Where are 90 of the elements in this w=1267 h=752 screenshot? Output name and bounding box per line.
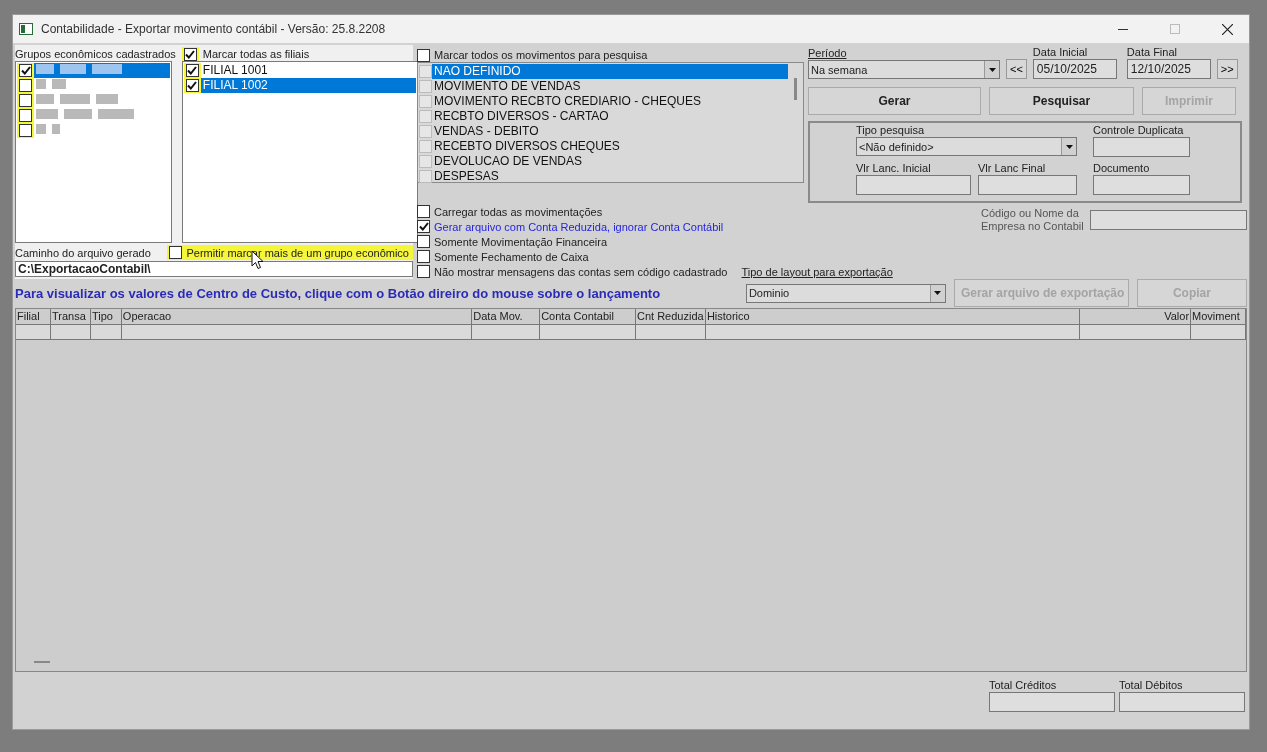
start-date-field[interactable]: 05/10/2025 (1032, 59, 1117, 79)
value-end-field[interactable] (978, 175, 1077, 195)
layout-label: Tipo de layout para exportação (741, 264, 893, 279)
window-title: Contabilidade - Exportar movimento contábil - Versão: 25.8.2208 (41, 22, 387, 36)
search-type-select[interactable]: <Não definido> (856, 137, 1077, 156)
checkbox[interactable] (417, 48, 430, 62)
branch-item[interactable]: FILIAL 1002 (200, 78, 416, 93)
previous-period-button[interactable]: << (1006, 59, 1027, 79)
total-label: Total Débitos (1119, 678, 1184, 692)
end-date-field[interactable]: 12/10/2025 (1126, 59, 1211, 79)
option-label: Carregar todas as movimentações (434, 204, 603, 219)
period-select[interactable]: Na semana (808, 60, 1000, 79)
table-cell (1191, 325, 1246, 340)
movement-item[interactable]: RECBTO DIVERSOS - CARTAO (432, 109, 788, 124)
checkbox[interactable] (19, 64, 32, 77)
search-type-label: Tipo pesquisa (856, 123, 926, 137)
table-cell (16, 325, 51, 340)
table-cell (636, 325, 706, 340)
checkbox[interactable] (417, 265, 430, 278)
checkbox[interactable] (185, 64, 199, 77)
checkbox[interactable] (419, 80, 432, 93)
checkbox[interactable] (419, 155, 432, 168)
scroll-grip-icon (34, 661, 50, 663)
app-icon (19, 23, 33, 35)
checkbox[interactable] (419, 110, 432, 123)
checkbox[interactable] (419, 140, 432, 153)
checkbox[interactable] (417, 250, 430, 263)
select-all-branches-label: Marcar todas as filiais (202, 47, 310, 61)
action-button[interactable]: Pesquisar (989, 87, 1134, 115)
movement-item[interactable]: DESPESAS (432, 169, 788, 184)
duplicate-control-label: Controle Duplicata (1093, 123, 1185, 137)
dropdown-button[interactable] (929, 284, 945, 302)
table-cell (472, 325, 541, 340)
table-cell (50, 325, 91, 340)
checkbox[interactable] (417, 220, 430, 233)
path-label: Caminho do arquivo gerado (15, 245, 152, 260)
option-label: Gerar arquivo com Conta Reduzida, ignorar Conta Contábil (434, 219, 724, 234)
checkbox[interactable] (183, 47, 197, 61)
document-field[interactable] (1093, 175, 1190, 195)
checkbox[interactable] (169, 246, 183, 259)
checkbox[interactable] (417, 205, 430, 218)
company-code-label: Código ou Nome da Empresa no Contabil (981, 207, 1085, 233)
dropdown-button[interactable] (1061, 138, 1076, 155)
table-cell (90, 325, 122, 340)
checkbox[interactable] (419, 95, 432, 108)
caret-icon (988, 67, 996, 72)
caret-icon (934, 291, 942, 295)
info-message: Para visualizar os valores de Centro de Custo, clique com o Botão direiro do mouse sobre o lançamento (15, 285, 662, 301)
minimize-icon[interactable] (1118, 28, 1128, 30)
checkbox[interactable] (19, 109, 32, 122)
value-start-field[interactable] (856, 175, 971, 195)
value-start-label: Vlr Lanc. Inicial (856, 161, 932, 175)
branch-item[interactable]: FILIAL 1001 (200, 63, 416, 78)
next-period-button[interactable]: >> (1216, 59, 1238, 79)
select-all-movements-label: Marcar todos os movimentos para pesquisa (434, 48, 648, 62)
movement-item[interactable]: MOVIMENTO RECBTO CREDIARIO - CHEQUES (432, 94, 788, 109)
end-date-label: Data Final (1126, 45, 1178, 59)
option-label: Somente Fechamento de Caixa (434, 249, 589, 264)
movement-item[interactable]: VENDAS - DEBITO (432, 124, 788, 139)
action-button[interactable]: Gerar (808, 87, 981, 115)
pixelated-label (36, 123, 60, 135)
value-end-label: Vlr Lanc Final (978, 161, 1047, 175)
company-code-field[interactable] (1090, 210, 1247, 230)
checkbox[interactable] (419, 170, 432, 183)
movement-item[interactable]: DEVOLUCAO DE VENDAS (432, 154, 788, 169)
movement-item[interactable]: MOVIMENTO DE VENDAS (432, 79, 788, 94)
dropdown-button[interactable] (984, 61, 999, 78)
checkbox[interactable] (19, 124, 32, 137)
path-field[interactable]: C:\ExportacaoContabil\ (15, 261, 413, 277)
document-label: Documento (1093, 161, 1151, 175)
checkbox[interactable] (419, 65, 432, 78)
caret-icon (1065, 144, 1073, 149)
option-label: Somente Movimentação Financeira (434, 234, 608, 249)
checkbox[interactable] (419, 125, 432, 138)
checkbox[interactable] (185, 79, 199, 92)
duplicate-control-field[interactable] (1093, 137, 1190, 157)
movement-item[interactable]: NAO DEFINIDO (432, 64, 788, 79)
movement-item[interactable]: RECEBTO DIVERSOS CHEQUES (432, 139, 788, 154)
groups-label: Grupos econômicos cadastrados (15, 47, 176, 61)
start-date-label: Data Inicial (1032, 45, 1089, 59)
close-icon[interactable] (1221, 23, 1233, 35)
checkbox[interactable] (19, 94, 32, 107)
checkbox[interactable] (417, 235, 430, 248)
total-label: Total Créditos (989, 678, 1058, 692)
period-label: Período (808, 46, 848, 60)
option-label: Não mostrar mensagens das contas sem código cadastrado (434, 264, 728, 279)
checkbox[interactable] (19, 79, 32, 92)
layout-select[interactable]: Dominio (745, 283, 946, 303)
pixelated-label (36, 78, 66, 90)
group-item[interactable] (17, 63, 170, 78)
